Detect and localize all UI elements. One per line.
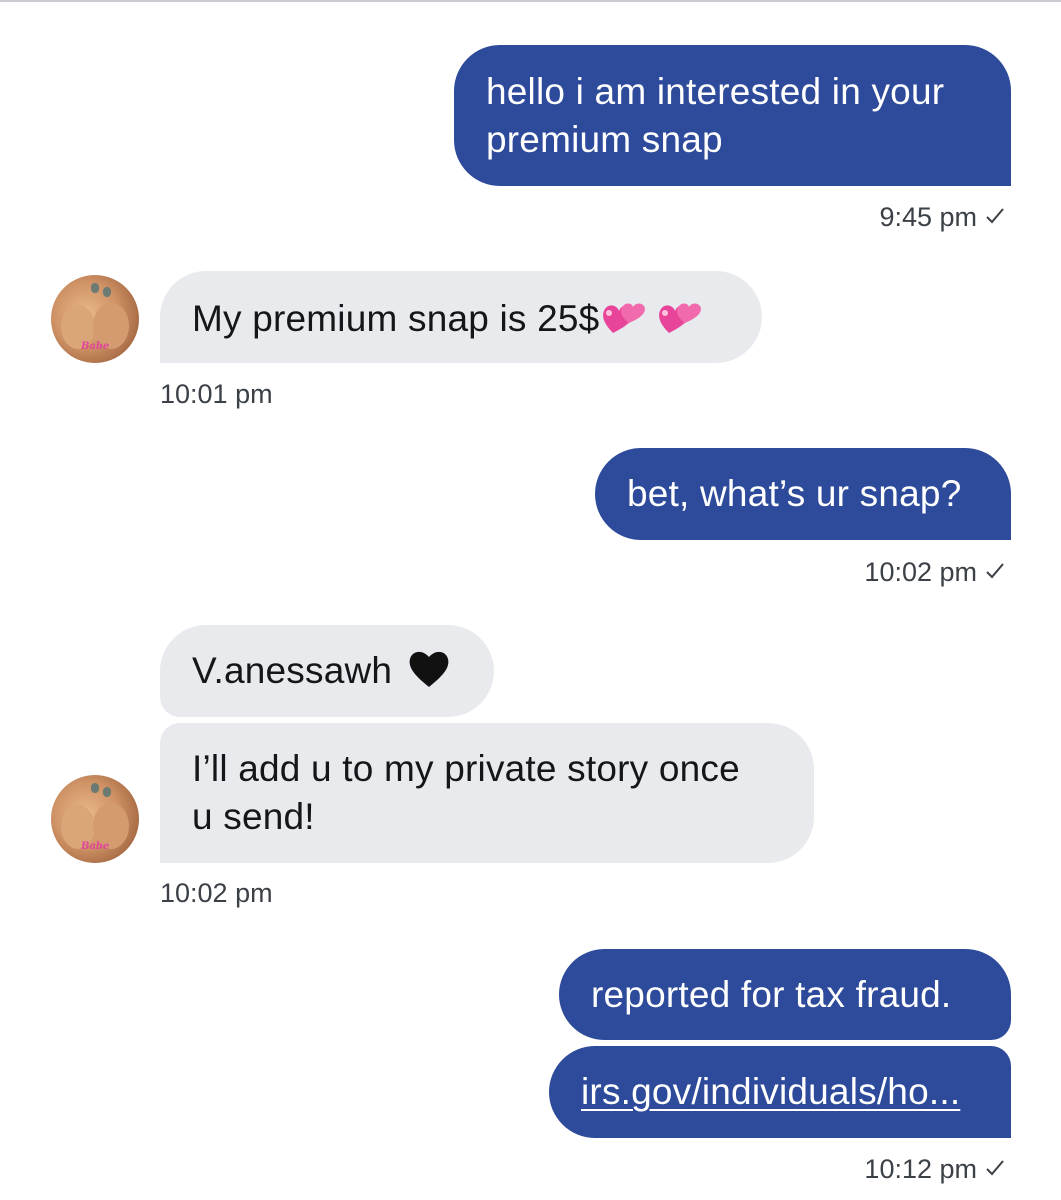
timestamp-text: 10:02 pm xyxy=(160,878,273,908)
two-hearts-icon xyxy=(599,293,649,349)
message-timestamp: 10:12 pm xyxy=(705,1152,1005,1185)
timestamp-text: 10:12 pm xyxy=(864,1154,977,1184)
message-timestamp: 10:01 pm xyxy=(160,378,273,410)
avatar[interactable]: Babe xyxy=(51,775,139,863)
message-timestamp: 10:02 pm xyxy=(705,555,1005,588)
message-timestamp: 10:02 pm xyxy=(160,877,273,909)
message-text-line: premium snap xyxy=(486,119,723,160)
avatar-photo-shape xyxy=(103,787,111,797)
message-text-line: hello i am interested in your xyxy=(486,71,945,112)
black-heart-icon xyxy=(406,647,452,701)
two-hearts-icon xyxy=(655,293,705,349)
timestamp-text: 10:01 pm xyxy=(160,379,273,409)
check-icon xyxy=(985,200,1005,232)
avatar-photo-shape xyxy=(91,283,99,293)
outgoing-message-bubble[interactable]: hello i am interested in your premium sn… xyxy=(454,45,1011,186)
message-text: My premium snap is 25$ xyxy=(192,298,600,339)
avatar[interactable]: Babe xyxy=(51,275,139,363)
incoming-message-bubble[interactable]: V.anessawh xyxy=(160,625,494,717)
outgoing-link-bubble[interactable]: irs.gov/individuals/ho... xyxy=(549,1046,1011,1138)
top-divider xyxy=(0,0,1061,2)
avatar-tag: Babe xyxy=(81,841,110,852)
incoming-message-bubble[interactable]: I’ll add u to my private story once u se… xyxy=(160,723,814,863)
timestamp-text: 10:02 pm xyxy=(864,557,977,587)
check-icon xyxy=(985,1152,1005,1184)
message-timestamp: 9:45 pm xyxy=(705,200,1005,233)
avatar-tag: Babe xyxy=(81,341,110,352)
incoming-message-bubble[interactable]: My premium snap is 25$ xyxy=(160,271,762,363)
message-text: V.anessawh xyxy=(192,650,393,691)
timestamp-text: 9:45 pm xyxy=(879,202,977,232)
message-link[interactable]: irs.gov/individuals/ho... xyxy=(581,1071,960,1112)
message-text-line: u send! xyxy=(192,796,315,837)
outgoing-message-bubble[interactable]: reported for tax fraud. xyxy=(559,949,1011,1040)
check-icon xyxy=(985,555,1005,587)
message-text: reported for tax fraud. xyxy=(591,974,952,1015)
outgoing-message-bubble[interactable]: bet, what’s ur snap? xyxy=(595,448,1011,540)
message-text-line: I’ll add u to my private story once xyxy=(192,748,740,789)
avatar-photo-shape xyxy=(91,783,99,793)
message-text: bet, what’s ur snap? xyxy=(627,473,962,514)
avatar-photo-shape xyxy=(103,287,111,297)
